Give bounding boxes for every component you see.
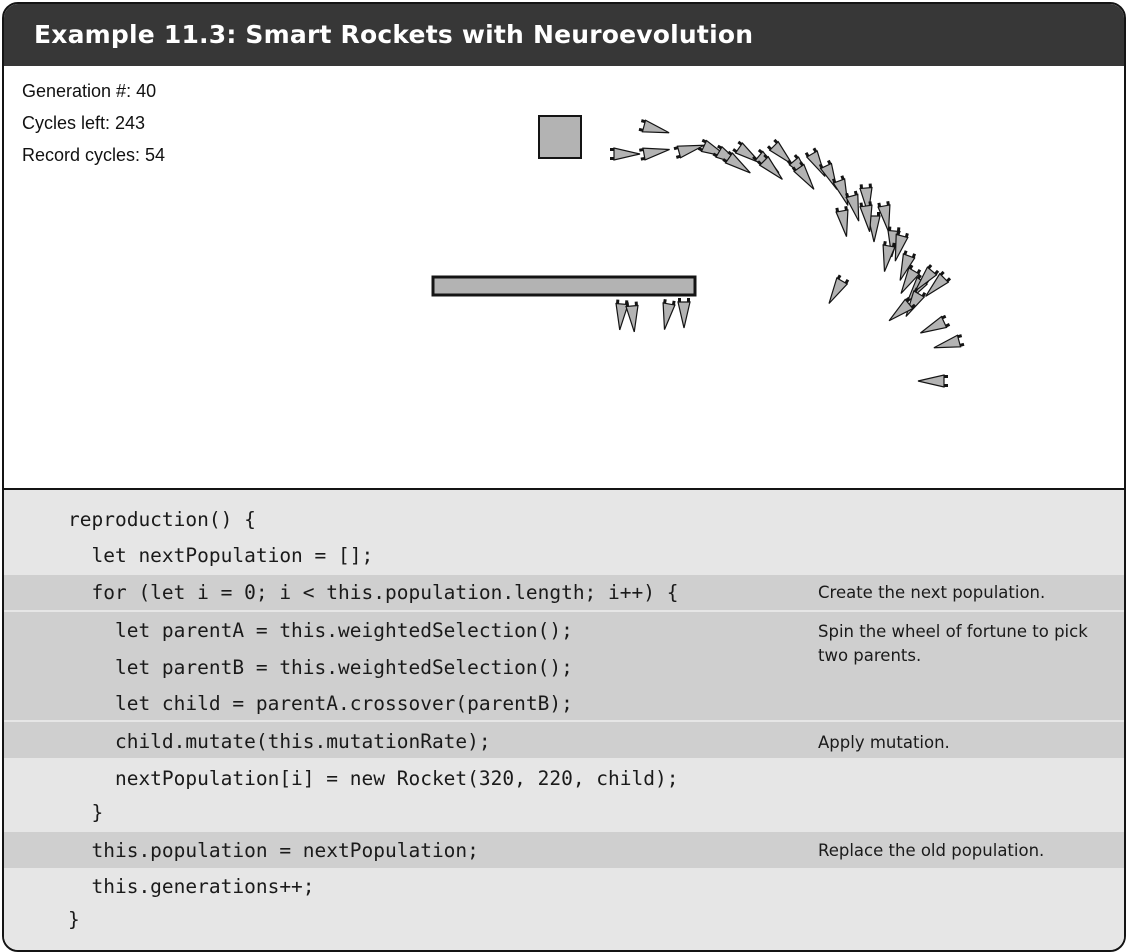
annotation-replace: Replace the old population. <box>818 841 1045 860</box>
rocket-population <box>610 119 965 388</box>
obstacle <box>431 275 697 297</box>
rocket-body <box>642 147 670 161</box>
code-line: reproduction() { <box>68 508 256 531</box>
rocket-body <box>613 147 641 161</box>
rocket-thruster <box>640 119 646 124</box>
rocket-thruster <box>877 212 880 216</box>
rocket <box>677 298 691 329</box>
rocket-thruster <box>957 334 963 339</box>
rocket <box>625 301 639 333</box>
rocket-thruster <box>959 342 965 347</box>
code-line: this.generations++; <box>68 875 315 898</box>
rocket-thruster <box>888 226 892 231</box>
rocket-thruster <box>853 190 858 196</box>
rocket-thruster <box>883 241 887 246</box>
annotation-wheel-of-fortune: Spin the wheel of fortune to pick two pa… <box>818 622 1088 665</box>
code-line: let nextPopulation = []; <box>68 544 374 567</box>
rocket-body <box>882 244 896 272</box>
rocket-thruster <box>868 183 872 188</box>
sketch-drawing <box>431 115 965 388</box>
rocket-body <box>828 277 849 304</box>
rocket-thruster <box>687 298 690 302</box>
rocket-thruster <box>835 207 840 213</box>
rocket <box>917 374 948 388</box>
rocket <box>638 119 670 134</box>
rocket-thruster <box>625 302 630 307</box>
rocket-body <box>917 374 945 388</box>
rocket-body <box>835 209 849 237</box>
code-panel: reproduction() { let nextPopulation = []… <box>4 490 1124 950</box>
sketch-canvas: Generation #: 40 Cycles left: 243 Record… <box>4 66 1124 490</box>
rocket-thruster <box>904 232 909 238</box>
rocket <box>835 206 849 237</box>
rocket-thruster <box>610 157 614 160</box>
rocket-thruster <box>616 299 620 304</box>
rocket-thruster <box>634 301 638 306</box>
code-line: let parentB = this.weightedSelection(); <box>68 656 573 679</box>
example-card: Example 11.3: Smart Rockets with Neuroev… <box>2 2 1126 952</box>
rocket-thruster <box>678 298 681 302</box>
example-title: Example 11.3: Smart Rockets with Neuroev… <box>4 4 1124 66</box>
rocket-thruster <box>944 384 948 387</box>
code-line: let parentA = this.weightedSelection(); <box>68 619 573 642</box>
rocket-thruster <box>639 148 644 152</box>
target <box>538 115 582 159</box>
rocket-body <box>641 119 670 134</box>
rocket <box>933 334 965 349</box>
rocket-thruster <box>663 299 667 304</box>
rocket-body <box>758 155 783 180</box>
rocket-body <box>877 204 891 232</box>
code-line: } <box>68 801 104 824</box>
rocket-thruster <box>673 146 679 151</box>
rocket <box>882 241 896 272</box>
rocket-thruster <box>675 154 681 159</box>
rocket <box>920 314 951 334</box>
annotation-next-population: Create the next population. <box>818 583 1046 602</box>
code-line: this.population = nextPopulation; <box>68 839 479 862</box>
rocket <box>639 147 670 161</box>
code-line: child.mutate(this.mutationRate); <box>68 730 491 753</box>
rocket-thruster <box>877 202 882 208</box>
rocket-thruster <box>868 201 872 206</box>
rocket-thruster <box>844 206 848 211</box>
code-line: nextPopulation[i] = new Rocket(320, 220,… <box>68 767 679 790</box>
rocket-body <box>933 334 962 349</box>
rocket-body <box>677 301 691 329</box>
rocket-thruster <box>944 375 948 378</box>
rocket-thruster <box>671 300 676 306</box>
annotation-mutation: Apply mutation. <box>818 733 950 752</box>
rocket <box>662 299 676 330</box>
rocket-thruster <box>610 148 614 151</box>
rocket-body <box>625 304 639 333</box>
rocket-body <box>920 315 948 334</box>
rocket-thruster <box>886 201 890 206</box>
rocket-thruster <box>859 202 864 207</box>
rocket-thruster <box>859 184 864 189</box>
rocket-thruster <box>640 156 646 161</box>
code-line: for (let i = 0; i < this.population.leng… <box>68 581 679 604</box>
code-line: let child = parentA.crossover(parentB); <box>68 692 573 715</box>
rocket <box>610 147 641 161</box>
rocket <box>828 274 850 304</box>
rocket-body <box>793 163 815 190</box>
rocket-body <box>662 302 676 330</box>
code-line: } <box>68 908 80 931</box>
rocket-thruster <box>638 127 644 132</box>
